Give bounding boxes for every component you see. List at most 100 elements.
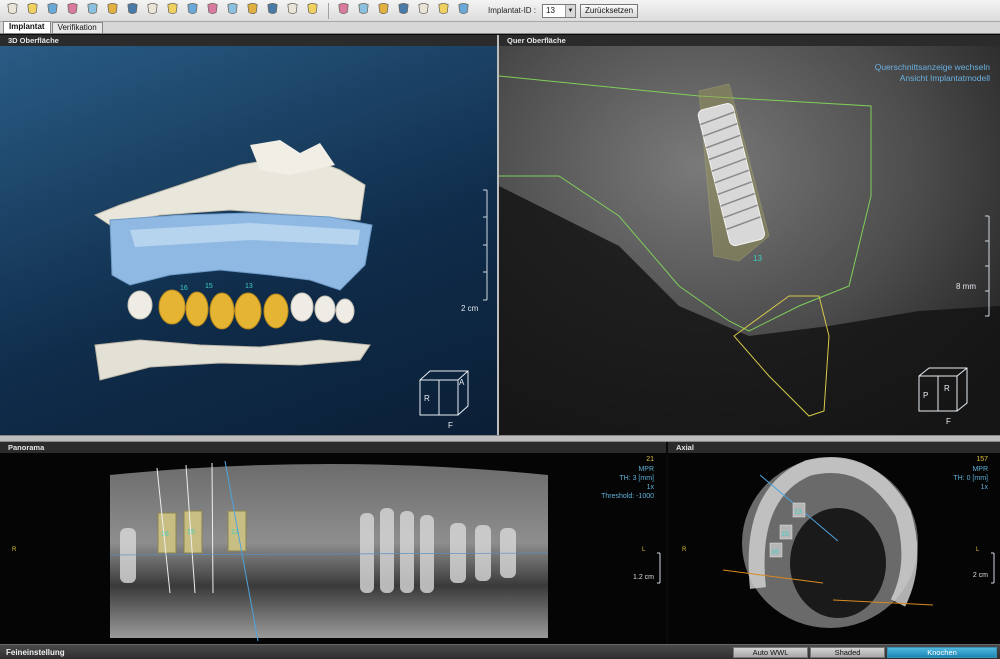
tooth-label-15: 15 — [205, 283, 213, 290]
mandible-fragments — [94, 339, 371, 381]
transfer-icon — [376, 1, 391, 21]
panorama-panel[interactable]: Panorama 16 13 R L 21 MPR TH: 3 [mm] 1x … — [0, 442, 666, 644]
panel-splitter-horizontal[interactable] — [0, 435, 1000, 442]
jaw-occlusion-icon — [5, 1, 20, 21]
denture-button[interactable] — [183, 2, 202, 20]
implant-id-label: Implantat-ID : — [488, 6, 537, 15]
bone-button[interactable]: Knochen — [887, 647, 997, 658]
undo-button[interactable] — [434, 2, 453, 20]
pin-icon — [225, 1, 240, 21]
tooth-model-button[interactable] — [163, 2, 182, 20]
pano-threshold: Threshold: -1000 — [601, 493, 654, 500]
brush-button[interactable] — [334, 2, 353, 20]
scale-bar — [483, 189, 488, 301]
left-marker: R — [682, 547, 687, 553]
tab-bar: Implantat Verifikation — [0, 21, 1000, 34]
axial-implant-13: 13 — [794, 509, 802, 516]
teeth-outline-alt-icon — [416, 1, 431, 21]
pano-scale-label: 1.2 cm — [632, 574, 654, 581]
jaw-occlusion-button[interactable] — [3, 2, 22, 20]
orient-f: F — [946, 417, 951, 426]
axial-title: Axial — [668, 442, 1000, 453]
axial-mode: MPR — [972, 466, 988, 473]
reset-button[interactable]: Zurücksetzen — [580, 3, 639, 18]
abutment-icon — [285, 1, 300, 21]
scale-bar — [657, 552, 661, 584]
right-marker: L — [642, 547, 646, 553]
transfer-button[interactable] — [374, 2, 393, 20]
single-tooth-button[interactable] — [203, 2, 222, 20]
teeth-outline-alt-button[interactable] — [414, 2, 433, 20]
axial-scale-label: 2 cm — [972, 572, 988, 579]
scale-label: 8 mm — [956, 282, 976, 291]
axial-panel[interactable]: Axial 13 15 16 R L 157 MPR TH: 0 [mm] 1x… — [668, 442, 1000, 644]
pin-button[interactable] — [223, 2, 242, 20]
implant-id-value: 13 — [546, 5, 555, 15]
pano-zoom: 1x — [646, 484, 654, 491]
scale-bar — [991, 552, 995, 584]
auto-wwl-button[interactable]: Auto WWL — [733, 647, 808, 658]
arch-icon — [85, 1, 100, 21]
toolbar-group-tools — [334, 2, 474, 20]
bridge-icon — [105, 1, 120, 21]
gum-button[interactable] — [143, 2, 162, 20]
tooth-label-13: 13 — [245, 283, 253, 290]
pano-slice-number: 21 — [646, 456, 654, 463]
scan-icon — [356, 1, 371, 21]
axial-thickness: TH: 0 [mm] — [953, 475, 988, 482]
left-marker: R — [12, 547, 17, 553]
implant-crowns — [158, 289, 289, 330]
abutment-button[interactable] — [283, 2, 302, 20]
panorama-title: Panorama — [0, 442, 666, 453]
arch-button[interactable] — [83, 2, 102, 20]
orient-a: A — [459, 378, 465, 387]
implant-model-view-link[interactable]: Ansicht Implantatmodell — [900, 73, 990, 83]
chevron-down-icon[interactable]: ▼ — [565, 4, 576, 17]
pano-mode: MPR — [638, 466, 654, 473]
implant-button[interactable] — [243, 2, 262, 20]
teeth-outline-icon — [396, 1, 411, 21]
both-jaws-icon — [65, 1, 80, 21]
tooth-model-icon — [165, 1, 180, 21]
orient-f: F — [448, 421, 453, 430]
right-marker: L — [976, 547, 980, 553]
lower-jaw-button[interactable] — [43, 2, 62, 20]
nerve-button[interactable] — [263, 2, 282, 20]
surface-3d-panel[interactable]: 3D Oberfläche 16 15 13 2 cm R A F — [0, 35, 497, 435]
pano-thickness: TH: 3 [mm] — [619, 475, 654, 482]
orient-r: R — [944, 384, 950, 393]
fine-tuning-title: Feineinstellung — [6, 648, 65, 657]
denture-icon — [185, 1, 200, 21]
teeth-outline-button[interactable] — [394, 2, 413, 20]
scan-button[interactable] — [354, 2, 373, 20]
bridge-button[interactable] — [103, 2, 122, 20]
implant-label: 13 — [753, 254, 762, 263]
surface-3d-view[interactable]: 16 15 13 2 cm R A F — [0, 35, 497, 435]
crown-icon — [305, 1, 320, 21]
single-tooth-icon — [205, 1, 220, 21]
pano-implant-16: 16 — [161, 531, 169, 538]
orient-r: R — [424, 394, 430, 403]
tab-verifikation[interactable]: Verifikation — [51, 22, 103, 33]
both-jaws-button[interactable] — [63, 2, 82, 20]
toggle-cross-section-link[interactable]: Querschnittsanzeige wechseln — [875, 62, 990, 72]
arch-curve-button[interactable] — [123, 2, 142, 20]
orient-p: P — [923, 391, 928, 400]
toolbar-group-models — [3, 2, 323, 20]
scale-label: 2 cm — [461, 304, 479, 313]
panorama-view[interactable]: 16 15 13 R L — [0, 453, 666, 644]
implant-id-select[interactable]: 13 ▼ — [542, 3, 577, 18]
cross-section-panel[interactable]: Quer Oberfläche 13 8 mm P R F Querschnit… — [499, 35, 1000, 435]
axial-view[interactable]: 13 15 16 R L — [668, 453, 1000, 644]
lower-jaw-icon — [45, 1, 60, 21]
upper-jaw-button[interactable] — [23, 2, 42, 20]
fine-tuning-bar: Feineinstellung Auto WWL Shaded Knochen — [0, 644, 1000, 659]
redo-button[interactable] — [454, 2, 473, 20]
cross-section-title: Quer Oberfläche — [499, 35, 1000, 46]
redo-icon — [456, 1, 471, 21]
axial-implant-15: 15 — [781, 531, 789, 538]
shaded-button[interactable]: Shaded — [810, 647, 885, 658]
cross-section-view[interactable]: 13 8 mm P R F — [499, 46, 1000, 435]
crown-button[interactable] — [303, 2, 322, 20]
tab-implantat[interactable]: Implantat — [3, 21, 51, 33]
